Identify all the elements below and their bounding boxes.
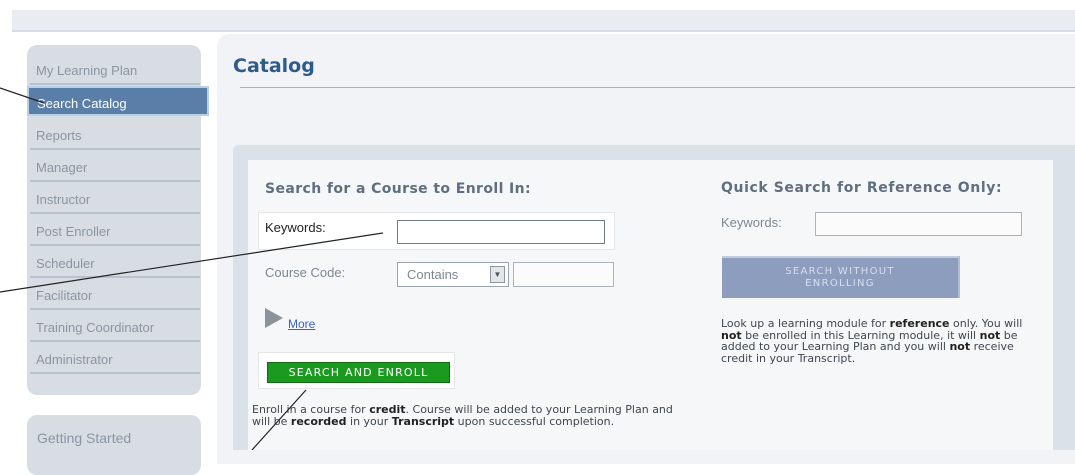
callout-line-search-catalog [0,87,45,104]
callout-lines [0,87,384,450]
callout-line-keywords [0,232,384,293]
callout-line-enroll-button [251,389,307,450]
